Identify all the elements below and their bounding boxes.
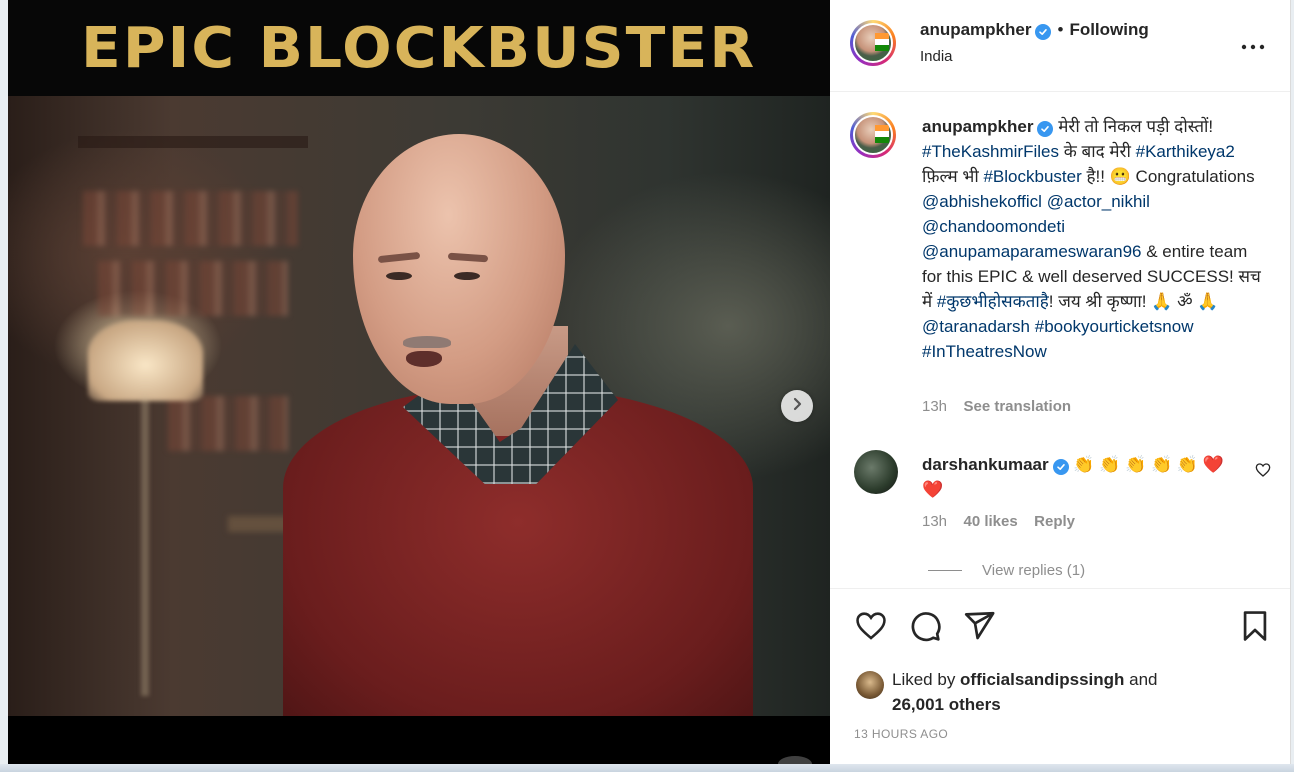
- post-actions: Liked by officialsandipssingh and 26,001 …: [830, 588, 1290, 767]
- person-mustache: [403, 336, 451, 348]
- next-slide-button[interactable]: [781, 390, 813, 422]
- caption-text: मेरी तो निकल पड़ी दोस्तों!: [1053, 117, 1214, 136]
- flag-icon: [875, 33, 889, 51]
- caption-link[interactable]: #TheKashmirFiles: [922, 142, 1059, 161]
- header-username[interactable]: anupampkher: [920, 20, 1031, 39]
- caption-text: है!! 😬 Congratulations: [1081, 167, 1255, 186]
- more-icon: [1241, 30, 1265, 56]
- liked-by-and: and: [1124, 670, 1158, 689]
- comment-meta: 13h 40 likes Reply: [922, 513, 1075, 531]
- caption-link[interactable]: #कुछभीहोसकताहै: [937, 292, 1049, 311]
- caption-link[interactable]: #bookyourticketsnow: [1035, 317, 1194, 336]
- comment-icon: [911, 612, 941, 642]
- likes-count[interactable]: 26,001 others: [892, 695, 1001, 714]
- person-mouth: [406, 351, 442, 367]
- caption-link[interactable]: @taranadarsh: [922, 317, 1030, 336]
- following-button[interactable]: Following: [1069, 20, 1148, 39]
- post-timestamp[interactable]: 13 HOURS AGO: [854, 727, 948, 741]
- verified-icon: [1052, 459, 1069, 475]
- books: [168, 396, 288, 451]
- liked-by-avatar[interactable]: [856, 671, 884, 699]
- share-button[interactable]: [962, 609, 996, 643]
- avatar-image: [853, 115, 893, 155]
- caption-link[interactable]: #Karthikeya2: [1136, 142, 1235, 161]
- post-header: anupampkher • Following India: [830, 0, 1290, 92]
- caption-text: ! जय श्री कृष्णा! 🙏 ॐ 🙏: [1048, 292, 1219, 311]
- lamp-pole: [141, 396, 149, 696]
- share-icon: [964, 611, 995, 640]
- caption-meta: 13h See translation: [922, 398, 1071, 416]
- caption-text: के बाद मेरी: [1059, 142, 1136, 161]
- comment-like-button[interactable]: [1255, 462, 1271, 478]
- caption-link[interactable]: @chandoomondeti: [922, 217, 1065, 236]
- books: [98, 261, 288, 316]
- caption: anupampkher मेरी तो निकल पड़ी दोस्तों! #…: [922, 114, 1262, 364]
- heart-icon: [856, 612, 886, 640]
- avatar[interactable]: [850, 20, 896, 66]
- person-eye: [386, 272, 412, 280]
- replies-line: [928, 570, 962, 571]
- person-head: [353, 134, 565, 404]
- post-media[interactable]: EPIC BLOCKBUSTER: [8, 0, 830, 766]
- comments-area: anupampkher मेरी तो निकल पड़ी दोस्तों! #…: [830, 92, 1290, 587]
- caption-text: फ़िल्म भी: [922, 167, 984, 186]
- verified-icon: [1037, 121, 1054, 137]
- bookshelf: [78, 136, 308, 148]
- caption-link[interactable]: @abhishekofficl: [922, 192, 1042, 211]
- caption-body: मेरी तो निकल पड़ी दोस्तों! #TheKashmirFi…: [922, 117, 1261, 361]
- save-button[interactable]: [1238, 609, 1272, 643]
- window-edge: [0, 764, 1294, 772]
- liked-by-user[interactable]: officialsandipssingh: [960, 670, 1124, 689]
- separator-dot: •: [1057, 20, 1064, 39]
- person-eye: [454, 272, 480, 280]
- caption-link[interactable]: @anupamaparameswaran96: [922, 242, 1142, 261]
- avatar-image: [853, 23, 893, 63]
- more-options-button[interactable]: [1238, 28, 1268, 58]
- verified-icon: [1035, 24, 1052, 40]
- media-banner: EPIC BLOCKBUSTER: [8, 0, 830, 96]
- view-replies-button[interactable]: View replies (1): [928, 562, 1085, 579]
- caption-time[interactable]: 13h: [922, 398, 947, 415]
- books: [83, 191, 298, 246]
- like-button[interactable]: [854, 609, 888, 643]
- bookmark-icon: [1243, 611, 1267, 641]
- caption-link[interactable]: #InTheatresNow: [922, 342, 1047, 361]
- reply-button[interactable]: Reply: [1034, 513, 1075, 530]
- caption-avatar[interactable]: [850, 112, 896, 158]
- flag-icon: [875, 125, 889, 143]
- comment-button[interactable]: [908, 609, 942, 643]
- caption-username[interactable]: anupampkher: [922, 117, 1033, 136]
- lamp: [88, 321, 203, 401]
- chevron-right-icon: [790, 397, 804, 416]
- post-sidebar: anupampkher • Following India anupampkher …: [830, 0, 1290, 766]
- comment-likes[interactable]: 40 likes: [963, 513, 1017, 530]
- commenter-avatar[interactable]: [854, 450, 898, 494]
- comment: darshankumaar 👏 👏 👏 👏 👏 ❤️ ❤️: [922, 452, 1242, 502]
- caption-link[interactable]: @actor_nikhil: [1047, 192, 1150, 211]
- video-frame: [8, 96, 830, 716]
- view-replies-label: View replies (1): [982, 562, 1086, 579]
- heart-icon: [1255, 463, 1271, 477]
- location-link[interactable]: India: [920, 48, 953, 65]
- media-bottom-bar: [8, 716, 830, 766]
- see-translation-button[interactable]: See translation: [963, 398, 1071, 415]
- likes-summary: Liked by officialsandipssingh and 26,001 …: [892, 667, 1272, 717]
- caption-link[interactable]: #Blockbuster: [983, 167, 1081, 186]
- comment-time[interactable]: 13h: [922, 513, 947, 530]
- commenter-username[interactable]: darshankumaar: [922, 455, 1049, 474]
- header-title-row: anupampkher • Following: [920, 20, 1149, 40]
- banner-text: EPIC BLOCKBUSTER: [81, 15, 757, 81]
- liked-by-prefix: Liked by: [892, 670, 961, 689]
